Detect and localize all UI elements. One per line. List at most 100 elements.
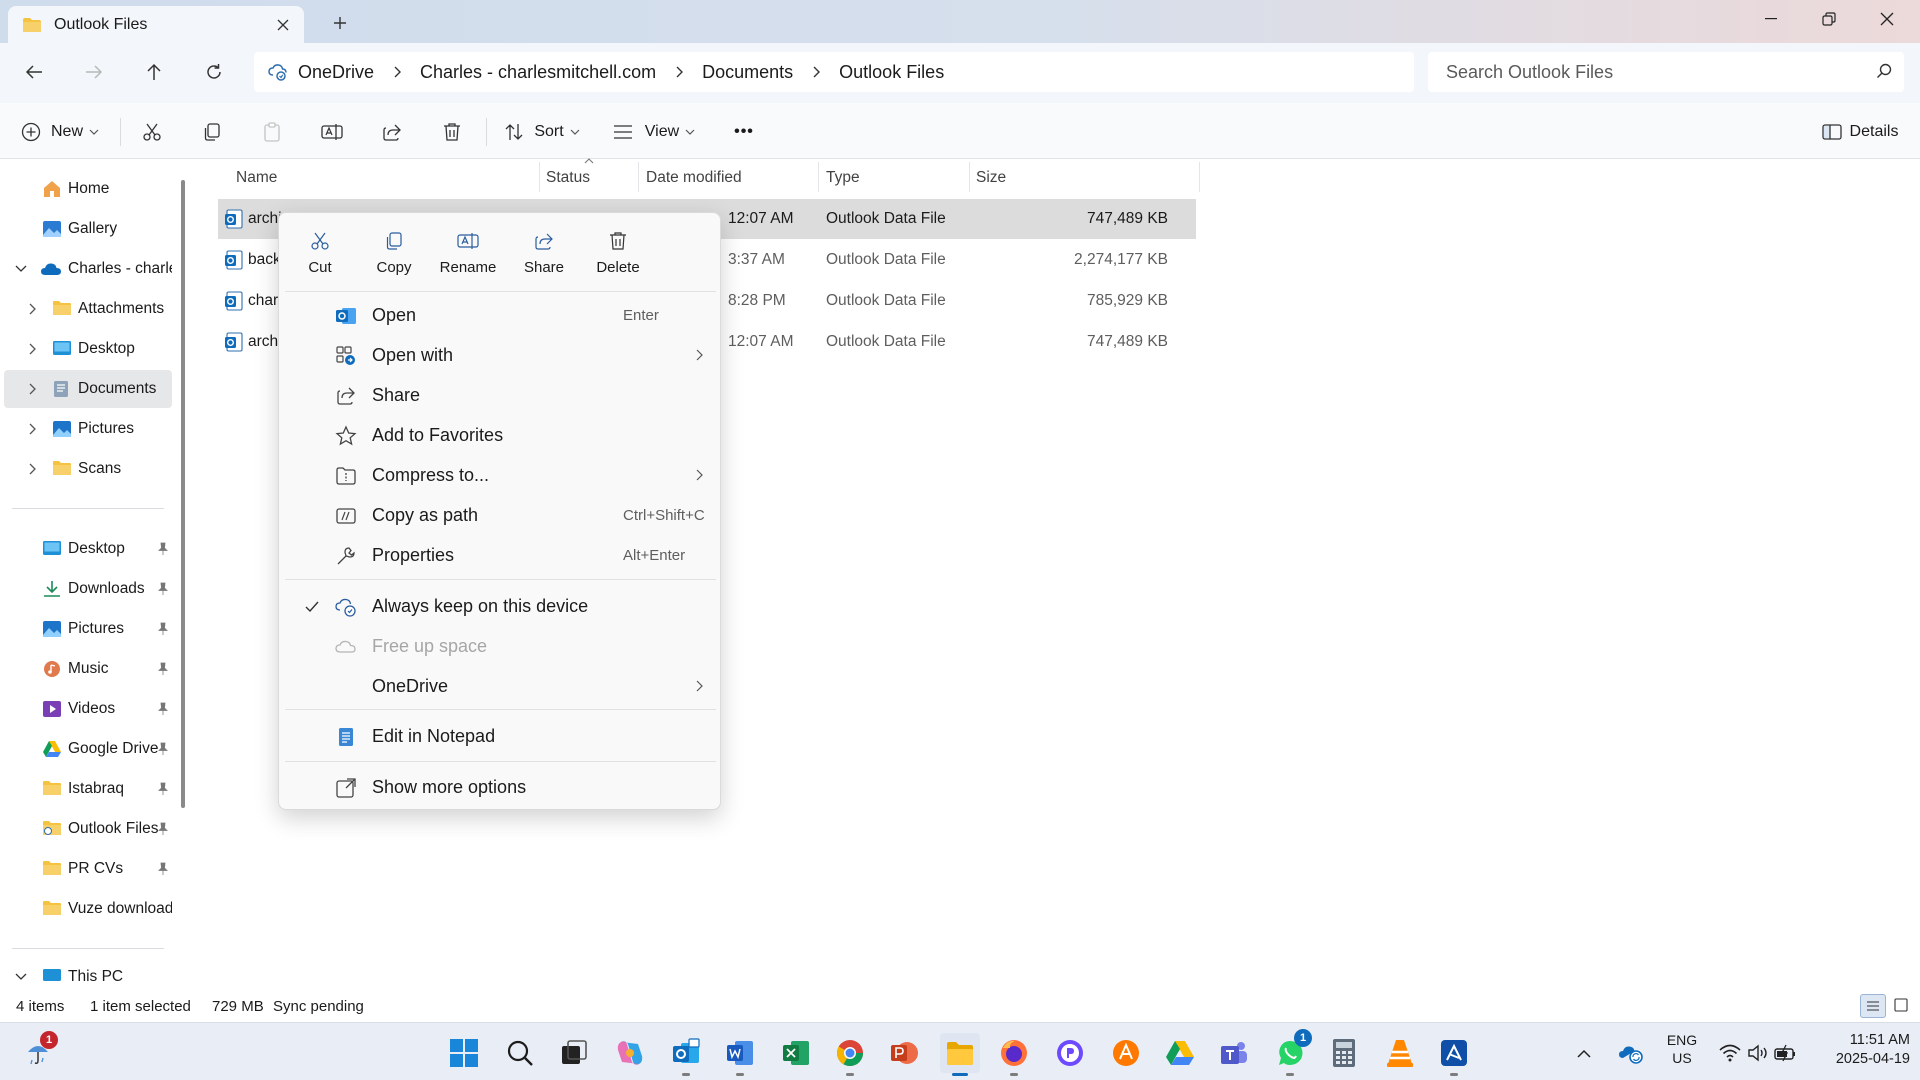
pin-icon[interactable]: [156, 822, 170, 836]
up-button[interactable]: [136, 56, 172, 88]
menu-item-free-up-space[interactable]: Free up space: [285, 627, 716, 665]
tiles-view-toggle[interactable]: [1894, 998, 1908, 1012]
quick-access-downloads[interactable]: Downloads: [4, 570, 172, 608]
details-button[interactable]: Details: [1812, 116, 1908, 148]
sort-button[interactable]: Sort: [502, 116, 582, 148]
menu-item-edit-in-notepad[interactable]: Edit in Notepad: [285, 717, 716, 755]
pin-icon[interactable]: [156, 662, 170, 676]
wifi-tray[interactable]: [1716, 1033, 1744, 1073]
clock[interactable]: 11:51 AM 2025-04-19: [1806, 1031, 1910, 1069]
tab-outlook-files[interactable]: Outlook Files: [8, 6, 304, 43]
snipping-app[interactable]: [1434, 1033, 1474, 1073]
search-taskbar-button[interactable]: [500, 1033, 540, 1073]
menu-item-compress-to[interactable]: Compress to...: [285, 456, 716, 494]
address-bar[interactable]: OneDrive Charles - charlesmitchell.com D…: [254, 52, 1414, 92]
start-button[interactable]: [444, 1033, 484, 1073]
whatsapp-app[interactable]: 1: [1270, 1029, 1312, 1073]
share-button[interactable]: [376, 116, 408, 148]
restore-button[interactable]: [1800, 0, 1858, 38]
word-app[interactable]: [720, 1033, 760, 1073]
quick-access-vuze-downloads[interactable]: Vuze downloads: [4, 890, 172, 928]
menu-item-show-more-options[interactable]: Show more options: [285, 768, 716, 806]
context-share-button[interactable]: Share: [509, 227, 579, 291]
menu-item-copy-as-path[interactable]: Copy as path Ctrl+Shift+C: [285, 496, 716, 534]
paste-button[interactable]: [256, 116, 288, 148]
chevron-down-icon[interactable]: [14, 262, 28, 276]
context-rename-button[interactable]: Rename: [433, 227, 503, 291]
task-view-button[interactable]: [554, 1033, 594, 1073]
menu-item-onedrive[interactable]: OneDrive: [285, 667, 716, 705]
breadcrumb-documents[interactable]: Documents: [702, 62, 793, 83]
proton-vpn-app[interactable]: [1050, 1033, 1090, 1073]
chevron-right-icon[interactable]: [26, 382, 40, 396]
pin-icon[interactable]: [156, 622, 170, 636]
details-view-toggle[interactable]: [1860, 994, 1886, 1018]
quick-access-pictures[interactable]: Pictures: [4, 610, 172, 648]
breadcrumb-charles[interactable]: Charles - charlesmitchell.com: [420, 62, 656, 83]
sidebar-scrollbar[interactable]: [181, 180, 185, 808]
file-explorer-app[interactable]: [940, 1033, 980, 1073]
google-drive-app[interactable]: [1160, 1033, 1200, 1073]
new-tab-button[interactable]: [326, 11, 354, 35]
breadcrumb-onedrive[interactable]: OneDrive: [298, 62, 374, 83]
chevron-right-icon[interactable]: [672, 65, 686, 79]
sidebar-item-documents[interactable]: Documents: [4, 370, 172, 408]
powerpoint-app[interactable]: [884, 1033, 924, 1073]
search-icon[interactable]: [1876, 63, 1892, 79]
sidebar-item-pictures[interactable]: Pictures: [4, 410, 172, 448]
new-button[interactable]: New: [18, 116, 102, 148]
minimize-button[interactable]: [1742, 0, 1800, 38]
column-divider[interactable]: [969, 162, 970, 192]
language-indicator[interactable]: ENG US: [1662, 1031, 1702, 1067]
column-divider[interactable]: [1199, 162, 1200, 192]
chevron-right-icon[interactable]: [809, 65, 823, 79]
sidebar-item-gallery[interactable]: Gallery: [4, 210, 172, 248]
chevron-right-icon[interactable]: [26, 302, 40, 316]
close-tab-icon[interactable]: [272, 14, 294, 36]
refresh-button[interactable]: [196, 56, 232, 88]
calculator-app[interactable]: [1324, 1033, 1364, 1073]
context-cut-button[interactable]: Cut: [285, 227, 355, 291]
quick-access-pr-cvs[interactable]: PR CVs: [4, 850, 172, 888]
column-header-size[interactable]: Size: [976, 166, 1006, 190]
delete-button[interactable]: [436, 116, 468, 148]
chevron-down-icon[interactable]: [14, 970, 28, 984]
copilot-app[interactable]: [610, 1033, 650, 1073]
weather-widget[interactable]: 1: [18, 1031, 58, 1073]
context-delete-button[interactable]: Delete: [583, 227, 653, 291]
sidebar-item-home[interactable]: Home: [4, 170, 172, 208]
menu-item-add-to-favorites[interactable]: Add to Favorites: [285, 416, 716, 454]
menu-item-open-with[interactable]: Open with: [285, 336, 716, 374]
rename-button[interactable]: [316, 116, 348, 148]
menu-item-properties[interactable]: Properties Alt+Enter: [285, 536, 716, 574]
quick-access-istabraq[interactable]: Istabraq: [4, 770, 172, 808]
sidebar-item-onedrive[interactable]: Charles - charles: [4, 250, 172, 288]
cut-button[interactable]: [136, 116, 168, 148]
chevron-right-icon[interactable]: [26, 342, 40, 356]
column-header-type[interactable]: Type: [826, 166, 860, 190]
sidebar-item-this-pc[interactable]: This PC: [4, 960, 172, 990]
chrome-app[interactable]: [830, 1033, 870, 1073]
battery-tray[interactable]: [1772, 1033, 1800, 1073]
avast-app[interactable]: [1106, 1033, 1146, 1073]
column-divider[interactable]: [539, 162, 540, 192]
vlc-app[interactable]: [1380, 1033, 1420, 1073]
more-options-button[interactable]: •••: [724, 116, 764, 148]
outlook-app[interactable]: [666, 1033, 706, 1073]
pin-icon[interactable]: [156, 742, 170, 756]
chevron-right-icon[interactable]: [26, 422, 40, 436]
quick-access-outlook-files[interactable]: Outlook Files: [4, 810, 172, 848]
chevron-right-icon[interactable]: [26, 462, 40, 476]
quick-access-music[interactable]: Music: [4, 650, 172, 688]
pin-icon[interactable]: [156, 782, 170, 796]
column-header-status[interactable]: Status: [546, 166, 590, 190]
column-divider[interactable]: [818, 162, 819, 192]
breadcrumb-outlook-files[interactable]: Outlook Files: [839, 62, 944, 83]
menu-item-always-keep[interactable]: Always keep on this device: [285, 587, 716, 625]
teams-app[interactable]: [1214, 1033, 1254, 1073]
back-button[interactable]: [16, 56, 52, 88]
sidebar-item-desktop[interactable]: Desktop: [4, 330, 172, 368]
sidebar-item-attachments[interactable]: Attachments: [4, 290, 172, 328]
pin-icon[interactable]: [156, 702, 170, 716]
menu-item-open[interactable]: Open Enter: [285, 296, 716, 334]
